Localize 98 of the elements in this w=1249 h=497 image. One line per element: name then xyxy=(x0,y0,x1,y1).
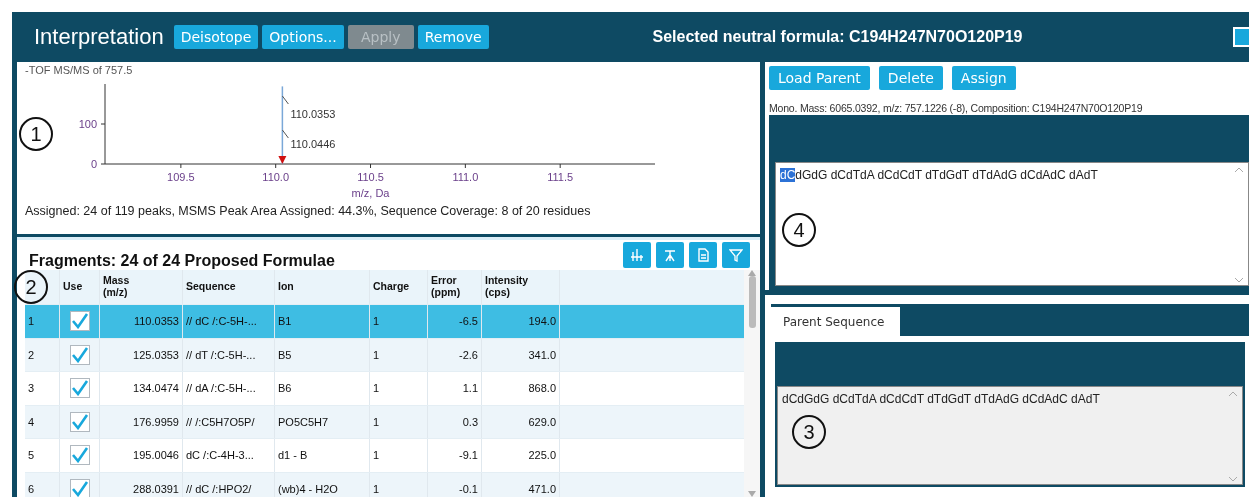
tick-label: 111.5 xyxy=(547,171,574,183)
peak-label: 110.0446 xyxy=(290,138,336,150)
table-cell: -2.6 xyxy=(428,338,482,371)
tick-label: 0 xyxy=(90,158,97,170)
section-title: Fragments: 24 of 24 Proposed Formulae xyxy=(29,252,335,270)
scroll-up-icon[interactable] xyxy=(1234,167,1244,173)
table-cell: 1 xyxy=(370,305,428,338)
row-number: 6 xyxy=(25,472,60,497)
peak-marker xyxy=(278,156,287,164)
scrollbar[interactable] xyxy=(744,270,760,497)
tick-label: 110.5 xyxy=(357,171,384,183)
table-cell: PO5C5H7 xyxy=(275,405,370,438)
spectrum-icon[interactable] xyxy=(656,242,684,268)
table-cell: 1 xyxy=(370,372,428,405)
column-header[interactable]: Mass (m/z) xyxy=(103,275,130,299)
column-header[interactable]: Sequence xyxy=(186,281,236,293)
column-header[interactable]: Use xyxy=(63,281,83,293)
table-cell: 1.1 xyxy=(428,372,482,405)
selected-formula: Selected neutral formula: C194H247N70O120P19 xyxy=(652,28,1024,46)
column-header[interactable]: Ion xyxy=(278,281,294,293)
table-cell: 1 xyxy=(370,439,428,472)
peak-icon[interactable] xyxy=(623,242,651,268)
checkbox[interactable] xyxy=(69,378,90,399)
table-row[interactable]: 3 134.0474 // dA /:C-5H-... B6 1 1.1 868.0 xyxy=(25,372,744,406)
table-cell: // dC /:HPO2/ xyxy=(183,472,275,497)
leader-line xyxy=(281,95,289,105)
column-header[interactable]: Charge xyxy=(373,281,410,293)
scroll-down-icon[interactable] xyxy=(1228,476,1238,482)
leader-line xyxy=(281,129,289,139)
tick-label: 100 xyxy=(78,118,97,130)
checkbox[interactable] xyxy=(69,311,90,332)
row-number: 4 xyxy=(25,405,60,438)
table-cell: 110.0353 xyxy=(100,305,183,338)
table-cell: 225.0 xyxy=(482,439,560,472)
table-row[interactable]: 5 195.0046 dC /:C-4H-3... d1 - B 1 -9.1 225.0 xyxy=(25,439,744,473)
table-cell: 194.0 xyxy=(482,305,560,338)
callout-number: 4 xyxy=(782,213,816,247)
table-cell: // dC /:C-5H-... xyxy=(183,305,275,338)
callout-number: 1 xyxy=(19,117,53,151)
callout-number: 3 xyxy=(792,415,826,449)
scrollbar-thumb[interactable] xyxy=(748,276,756,328)
table-cell: B6 xyxy=(275,372,370,405)
checkbox[interactable] xyxy=(69,411,90,432)
table-cell: B1 xyxy=(275,305,370,338)
mass-info: Mono. Mass: 6065.0392, m/z: 757.1226 (-8), Composition: C194H247N70O120P19 xyxy=(769,102,1144,114)
table-cell: B5 xyxy=(275,338,370,371)
panel-title: Interpretation xyxy=(34,24,164,50)
table-cell: 1 xyxy=(370,405,428,438)
table-cell: 195.0046 xyxy=(100,439,183,472)
table-cell: dC /:C-4H-3... xyxy=(183,439,275,472)
scroll-up-icon[interactable] xyxy=(1228,391,1238,397)
row-number: 3 xyxy=(25,372,60,405)
axis-title: m/z, Da xyxy=(351,187,390,199)
table-cell: d1 - B xyxy=(275,439,370,472)
column-header[interactable]: Intensity (cps) xyxy=(485,275,529,299)
table-cell: (wb)4 - H2O xyxy=(275,472,370,497)
table-row[interactable]: 4 176.9959 // /:C5H7O5P/ PO5C5H7 1 0.3 629.0 xyxy=(25,405,744,439)
table-cell: 341.0 xyxy=(482,338,560,371)
chart-title: -TOF MS/MS of 757.5 xyxy=(25,64,134,76)
export-icon[interactable] xyxy=(689,242,717,268)
table-cell: 0.3 xyxy=(428,405,482,438)
checkbox[interactable] xyxy=(69,445,90,466)
checkbox[interactable] xyxy=(69,478,90,497)
tick-label: 110.0 xyxy=(262,171,290,183)
table-cell: // dA /:C-5H-... xyxy=(183,372,275,405)
table-cell: 288.0391 xyxy=(100,472,183,497)
row-number: 1 xyxy=(25,305,60,338)
summary-text: Assigned: 24 of 119 peaks, MSMS Peak Area Assigned: 44.3%, Sequence Coverage: 8 of 20 residues xyxy=(25,204,592,218)
table-cell: // dT /:C-5H-... xyxy=(183,338,275,371)
sequence-text: dCdGdG dCdTdA dCdCdT dTdGdT dTdAdG dCdAdC dAdT xyxy=(782,392,1100,406)
table-cell: 1 xyxy=(370,472,428,497)
table-cell: // /:C5H7O5P/ xyxy=(183,405,275,438)
peak-label: 110.0353 xyxy=(290,108,336,120)
tick-label: 111.0 xyxy=(452,171,479,183)
table-cell: 176.9959 xyxy=(100,405,183,438)
window-icon[interactable] xyxy=(1233,27,1249,47)
filter-icon[interactable] xyxy=(722,242,750,268)
table-row[interactable]: 1 110.0353 // dC /:C-5H-... B1 1 -6.5 194.0 xyxy=(25,305,744,339)
table-cell: -9.1 xyxy=(428,439,482,472)
table-row[interactable]: 6 288.0391 // dC /:HPO2/ (wb)4 - H2O 1 -0.1 471.0 xyxy=(25,472,744,497)
table-cell: 629.0 xyxy=(482,405,560,438)
table-cell: 134.0474 xyxy=(100,372,183,405)
table-cell: 1 xyxy=(370,338,428,371)
table-cell: 868.0 xyxy=(482,372,560,405)
table-row[interactable]: 2 125.0353 // dT /:C-5H-... B5 1 -2.6 341.0 xyxy=(25,338,744,372)
row-number: 2 xyxy=(25,338,60,371)
checkbox[interactable] xyxy=(69,344,90,365)
column-header[interactable]: Error (ppm) xyxy=(431,275,461,299)
scroll-down-icon[interactable] xyxy=(1234,277,1244,283)
tab[interactable]: Parent Sequence xyxy=(771,307,901,336)
table-cell: 471.0 xyxy=(482,472,560,497)
tick-label: 109.5 xyxy=(167,171,195,183)
table-cell: 125.0353 xyxy=(100,338,183,371)
table-cell: -0.1 xyxy=(428,472,482,497)
table-cell: -6.5 xyxy=(428,305,482,338)
sequence-text: dGdG dCdTdA dCdCdT dTdGdT dTdAdG dCdAdC dAdT xyxy=(795,168,1098,182)
row-number: 5 xyxy=(25,439,60,472)
scroll-down-icon[interactable] xyxy=(748,491,756,497)
